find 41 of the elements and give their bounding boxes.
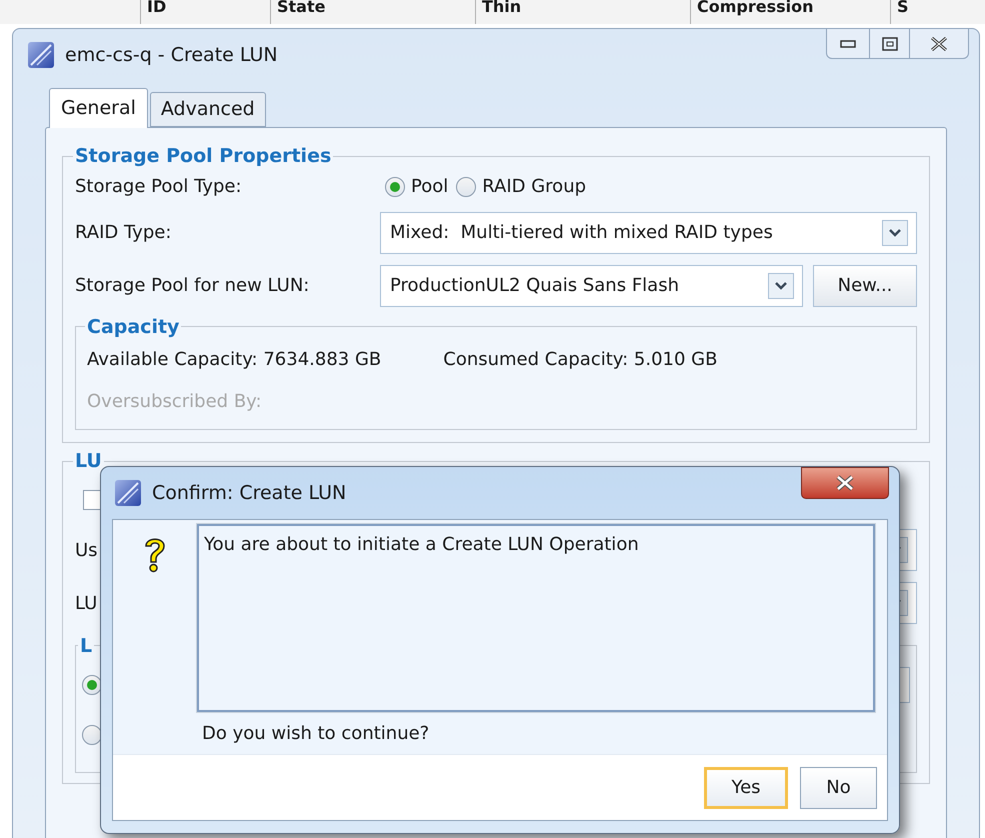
dialog-title: Confirm: Create LUN	[152, 480, 346, 506]
dropdown[interactable]: Mixed: Multi-tiered with mixed RAID types	[380, 212, 917, 254]
dropdown[interactable]: ProductionUL2 Quais Sans Flash	[380, 264, 803, 306]
new-button[interactable]: New...	[813, 264, 917, 306]
radio-label: Pool	[411, 175, 448, 199]
radio-button[interactable]	[82, 725, 102, 745]
close-button[interactable]	[801, 467, 889, 499]
close-icon	[930, 36, 948, 50]
field-label: Storage Pool Type:	[75, 175, 243, 199]
group-title: Capacity	[86, 314, 180, 340]
question-text: Do you wish to continue?	[202, 722, 430, 746]
group-title: L	[79, 634, 94, 658]
column-header[interactable]: ID	[140, 0, 270, 24]
capacity-text: Consumed Capacity: 5.010 GB	[443, 348, 718, 372]
column-header[interactable]: State	[270, 0, 475, 24]
message-text: You are about to initiate a Create LUN Operation	[204, 534, 639, 555]
window-title: emc-cs-q - Create LUN	[65, 42, 278, 68]
field-label: Storage Pool for new LUN:	[75, 274, 310, 298]
group-title: Storage Pool Properties	[74, 144, 332, 169]
column-header[interactable]: Thin	[475, 0, 690, 24]
app-logo-icon	[114, 479, 142, 507]
dialog-button[interactable]: No	[800, 766, 877, 808]
radio-button[interactable]	[82, 675, 102, 695]
group-title: LU	[74, 449, 103, 474]
minimize-icon	[840, 40, 856, 48]
field-label: Us	[75, 538, 98, 562]
app-logo-icon	[27, 41, 55, 69]
field-label: LU	[75, 592, 98, 616]
capacity-text: Available Capacity: 7634.883 GB	[87, 348, 382, 372]
column-header[interactable]: Compression	[690, 0, 890, 24]
column-header[interactable]: S	[890, 0, 920, 24]
tab[interactable]: Advanced	[150, 92, 266, 127]
radio-button[interactable]	[456, 176, 476, 196]
field-label: Oversubscribed By:	[87, 390, 262, 414]
radio-label: RAID Group	[482, 175, 586, 199]
close-icon	[835, 475, 855, 491]
dialog-button[interactable]: Yes	[704, 766, 788, 808]
maximize-icon	[882, 36, 898, 50]
field-label: RAID Type:	[75, 221, 172, 245]
radio-button[interactable]	[385, 176, 405, 196]
tab[interactable]: General	[49, 88, 148, 128]
